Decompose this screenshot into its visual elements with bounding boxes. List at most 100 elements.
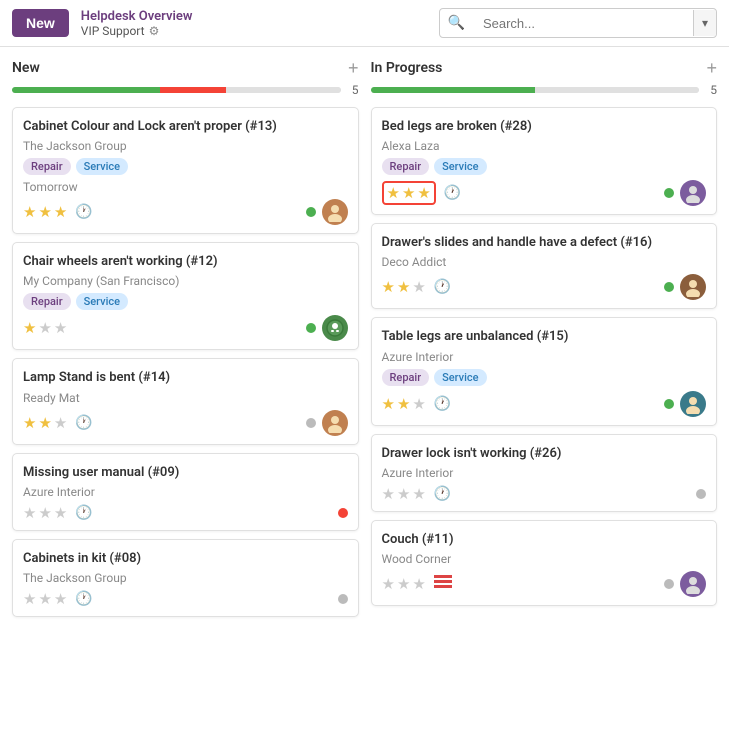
- star-empty[interactable]: ★: [412, 395, 425, 413]
- card-tag: Service: [434, 369, 486, 386]
- kanban-card[interactable]: Table legs are unbalanced (#15)Azure Int…: [371, 317, 718, 425]
- status-dot: [306, 323, 316, 333]
- star-empty[interactable]: ★: [54, 414, 67, 432]
- card-stars[interactable]: ★★★: [23, 203, 67, 221]
- status-dot: [664, 282, 674, 292]
- card-footer: ★★★: [382, 571, 707, 597]
- kanban-card[interactable]: Lamp Stand is bent (#14)Ready Mat★★★🕐: [12, 358, 359, 444]
- star-empty[interactable]: ★: [23, 504, 36, 522]
- card-stars[interactable]: ★★★: [382, 395, 426, 413]
- card-title: Drawer's slides and handle have a defect…: [382, 234, 707, 252]
- card-stars[interactable]: ★★★: [382, 181, 436, 205]
- kanban-card[interactable]: Drawer lock isn't working (#26)Azure Int…: [371, 434, 718, 512]
- star-empty[interactable]: ★: [412, 575, 425, 593]
- card-stars[interactable]: ★★★: [382, 485, 426, 503]
- star-filled[interactable]: ★: [382, 395, 395, 413]
- card-tags: Repair Service: [23, 158, 348, 175]
- star-filled[interactable]: ★: [397, 278, 410, 296]
- star-empty[interactable]: ★: [54, 504, 67, 522]
- card-stars-wrap: ★★★🕐: [382, 395, 452, 413]
- card-tag: Repair: [23, 293, 71, 310]
- star-filled[interactable]: ★: [397, 395, 410, 413]
- star-filled[interactable]: ★: [402, 184, 415, 202]
- avatar: [322, 410, 348, 436]
- card-footer-right: [338, 508, 348, 518]
- card-company: The Jackson Group: [23, 571, 348, 585]
- col-count: 5: [347, 83, 359, 97]
- kanban-card[interactable]: Chair wheels aren't working (#12)My Comp…: [12, 242, 359, 350]
- card-company: Azure Interior: [382, 350, 707, 364]
- status-dot: [338, 508, 348, 518]
- card-title: Cabinets in kit (#08): [23, 550, 348, 568]
- new-button[interactable]: New: [12, 9, 69, 37]
- app-subtitle: VIP Support ⚙: [81, 24, 193, 38]
- card-footer: ★★★🕐: [382, 180, 707, 206]
- card-footer-right: [664, 180, 706, 206]
- col-add-button-in-progress[interactable]: +: [706, 59, 717, 77]
- card-title: Lamp Stand is bent (#14): [23, 369, 348, 387]
- card-company: My Company (San Francisco): [23, 274, 348, 288]
- card-title: Bed legs are broken (#28): [382, 118, 707, 136]
- kanban-card[interactable]: Drawer's slides and handle have a defect…: [371, 223, 718, 309]
- star-empty[interactable]: ★: [382, 485, 395, 503]
- card-tags: RepairService: [23, 293, 348, 310]
- card-stars[interactable]: ★★★: [382, 575, 426, 593]
- card-stars-wrap: ★★★🕐: [382, 485, 452, 503]
- card-tag: Repair: [23, 158, 71, 175]
- star-filled[interactable]: ★: [23, 414, 36, 432]
- card-stars-wrap: ★★★🕐: [23, 203, 93, 221]
- kanban-card[interactable]: Couch (#11)Wood Corner★★★: [371, 520, 718, 606]
- card-footer-right: [664, 391, 706, 417]
- star-empty[interactable]: ★: [38, 590, 51, 608]
- status-dot: [338, 594, 348, 604]
- card-stars[interactable]: ★★★: [23, 414, 67, 432]
- star-filled[interactable]: ★: [54, 203, 67, 221]
- star-filled[interactable]: ★: [38, 203, 51, 221]
- flag-icon: [434, 575, 452, 593]
- status-dot: [664, 399, 674, 409]
- search-input[interactable]: [473, 10, 693, 37]
- card-footer-right: [306, 410, 348, 436]
- star-filled[interactable]: ★: [38, 414, 51, 432]
- card-footer-right: [306, 199, 348, 225]
- card-stars-wrap: ★★★🕐: [23, 590, 93, 608]
- star-empty[interactable]: ★: [397, 575, 410, 593]
- star-empty[interactable]: ★: [38, 319, 51, 337]
- kanban-col-new: New + 5Cabinet Colour and Lock aren't pr…: [12, 59, 359, 625]
- card-title: Drawer lock isn't working (#26): [382, 445, 707, 463]
- star-filled[interactable]: ★: [382, 278, 395, 296]
- avatar: [680, 180, 706, 206]
- gear-icon[interactable]: ⚙: [149, 24, 160, 38]
- star-filled[interactable]: ★: [23, 319, 36, 337]
- kanban-card[interactable]: Cabinets in kit (#08)The Jackson Group★★…: [12, 539, 359, 617]
- star-empty[interactable]: ★: [54, 319, 67, 337]
- card-tags: RepairService: [382, 369, 707, 386]
- card-stars-wrap: ★★★🕐: [382, 278, 452, 296]
- star-empty[interactable]: ★: [38, 504, 51, 522]
- card-stars[interactable]: ★★★: [382, 278, 426, 296]
- col-add-button-new[interactable]: +: [348, 59, 359, 77]
- card-tag: Service: [76, 158, 128, 175]
- star-filled[interactable]: ★: [23, 203, 36, 221]
- clock-icon: 🕐: [434, 396, 451, 412]
- search-dropdown-button[interactable]: ▾: [693, 10, 716, 36]
- card-footer: ★★★🕐: [382, 485, 707, 503]
- kanban-card[interactable]: Missing user manual (#09)Azure Interior★…: [12, 453, 359, 531]
- star-empty[interactable]: ★: [412, 485, 425, 503]
- star-empty[interactable]: ★: [23, 590, 36, 608]
- star-empty[interactable]: ★: [54, 590, 67, 608]
- kanban-card[interactable]: Bed legs are broken (#28)Alexa LazaRepai…: [371, 107, 718, 215]
- card-stars-wrap: ★★★🕐: [23, 414, 93, 432]
- star-empty[interactable]: ★: [382, 575, 395, 593]
- star-empty[interactable]: ★: [412, 278, 425, 296]
- kanban-card[interactable]: Cabinet Colour and Lock aren't proper (#…: [12, 107, 359, 234]
- clock-icon: 🕐: [75, 415, 92, 431]
- star-filled[interactable]: ★: [417, 184, 430, 202]
- card-stars[interactable]: ★★★: [23, 590, 67, 608]
- card-footer-right: [664, 274, 706, 300]
- star-filled[interactable]: ★: [387, 184, 400, 202]
- card-stars[interactable]: ★★★: [23, 504, 67, 522]
- star-empty[interactable]: ★: [397, 485, 410, 503]
- card-stars-wrap: ★★★🕐: [382, 181, 462, 205]
- card-stars[interactable]: ★★★: [23, 319, 67, 337]
